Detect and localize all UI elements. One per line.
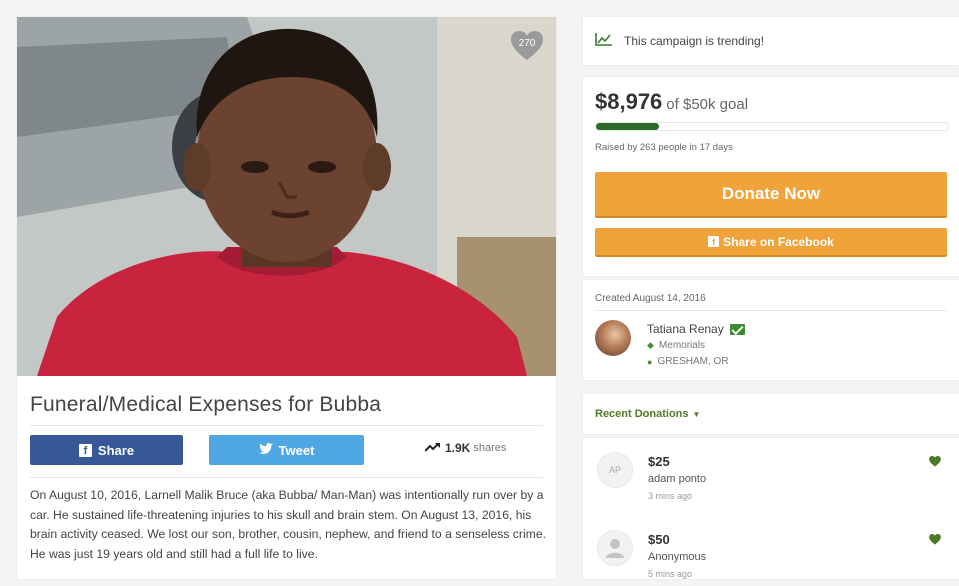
donation-time: 3 mins ago: [648, 491, 693, 501]
trending-banner: This campaign is trending!: [583, 17, 959, 65]
created-date: Created August 14, 2016: [595, 293, 706, 304]
tweet-button[interactable]: Tweet: [209, 435, 364, 465]
raised-amount: $8,976: [595, 89, 663, 114]
heart-icon[interactable]: [929, 454, 941, 472]
campaign-title: Funeral/Medical Expenses for Bubba: [30, 393, 382, 416]
goal-text: of $50k goal: [666, 96, 749, 113]
campaign-category[interactable]: ◆ Memorials: [647, 340, 705, 351]
favorite-count: 270: [518, 38, 536, 49]
trending-arrow-icon: [424, 441, 441, 455]
donation-amount: $25: [648, 454, 670, 469]
donation-list: AP $25 adam ponto 3 mins ago $50 Anonymo…: [583, 438, 959, 579]
anonymous-user-icon: [606, 539, 624, 558]
divider: [595, 310, 947, 311]
location-label: GRESHAM, OR: [657, 356, 729, 367]
share-on-facebook-label: Share on Facebook: [723, 234, 834, 249]
goal-progress-fill: [596, 123, 660, 130]
facebook-share-button[interactable]: f Share: [30, 435, 183, 465]
donate-now-button[interactable]: Donate Now: [595, 172, 947, 218]
tweet-label: Tweet: [278, 442, 315, 458]
donor-avatar: [597, 530, 633, 566]
share-label: Share: [97, 442, 135, 458]
favorite-heart-icon[interactable]: 270: [511, 31, 543, 61]
organizer-card: Created August 14, 2016 Tatiana Renay ◆ …: [583, 280, 959, 380]
recent-donations-dropdown[interactable]: Recent Donations ▼: [595, 408, 700, 420]
goal-progress-bar: [595, 122, 949, 131]
divider: [30, 477, 543, 478]
campaign-card: 270 Funeral/Medical Expenses for Bubba f…: [17, 17, 556, 579]
recent-donations-label: Recent Donations: [595, 408, 689, 420]
campaign-story: On August 10, 2016, Larnell Malik Bruce …: [30, 488, 546, 561]
organizer-avatar[interactable]: [595, 320, 631, 356]
donor-name: Anonymous: [648, 551, 707, 563]
donation-goal-card: $8,976 of $50k goal Raised by 263 people…: [583, 77, 959, 276]
trending-text: This campaign is trending!: [624, 34, 765, 48]
donation-amount: $50: [648, 532, 670, 547]
raised-by-text: Raised by 263 people in 17 days: [595, 142, 733, 153]
campaign-photo: 270: [17, 17, 556, 376]
divider: [30, 425, 543, 426]
donation-time: 5 mins ago: [648, 569, 693, 579]
facebook-icon: f: [78, 443, 92, 457]
trending-chart-icon: [595, 33, 624, 49]
amount-raised: $8,976 of $50k goal: [595, 89, 748, 115]
caret-down-icon: ▼: [692, 410, 701, 419]
shares-count-value: 1.9K: [445, 441, 471, 455]
donor-avatar: AP: [597, 452, 633, 488]
heart-icon[interactable]: [929, 532, 941, 550]
twitter-bird-icon: [258, 442, 273, 458]
donor-name: adam ponto: [648, 473, 707, 485]
share-on-facebook-button[interactable]: f Share on Facebook: [595, 228, 947, 257]
list-item: $50 Anonymous 5 mins ago: [583, 516, 959, 586]
map-pin-icon: ●: [647, 356, 653, 367]
campaign-location: ● GRESHAM, OR: [647, 356, 729, 367]
share-count: 1.9K shares: [424, 441, 507, 455]
shares-suffix: shares: [473, 442, 507, 454]
tag-icon: ◆: [647, 340, 654, 350]
facebook-icon: f: [708, 236, 720, 247]
organizer-name-row: Tatiana Renay: [647, 322, 745, 336]
category-label: Memorials: [658, 340, 706, 351]
recent-donations-header[interactable]: Recent Donations ▼: [583, 394, 959, 434]
verified-email-icon[interactable]: [729, 323, 745, 335]
organizer-name[interactable]: Tatiana Renay: [647, 322, 724, 336]
list-item: AP $25 adam ponto 3 mins ago: [583, 438, 959, 508]
